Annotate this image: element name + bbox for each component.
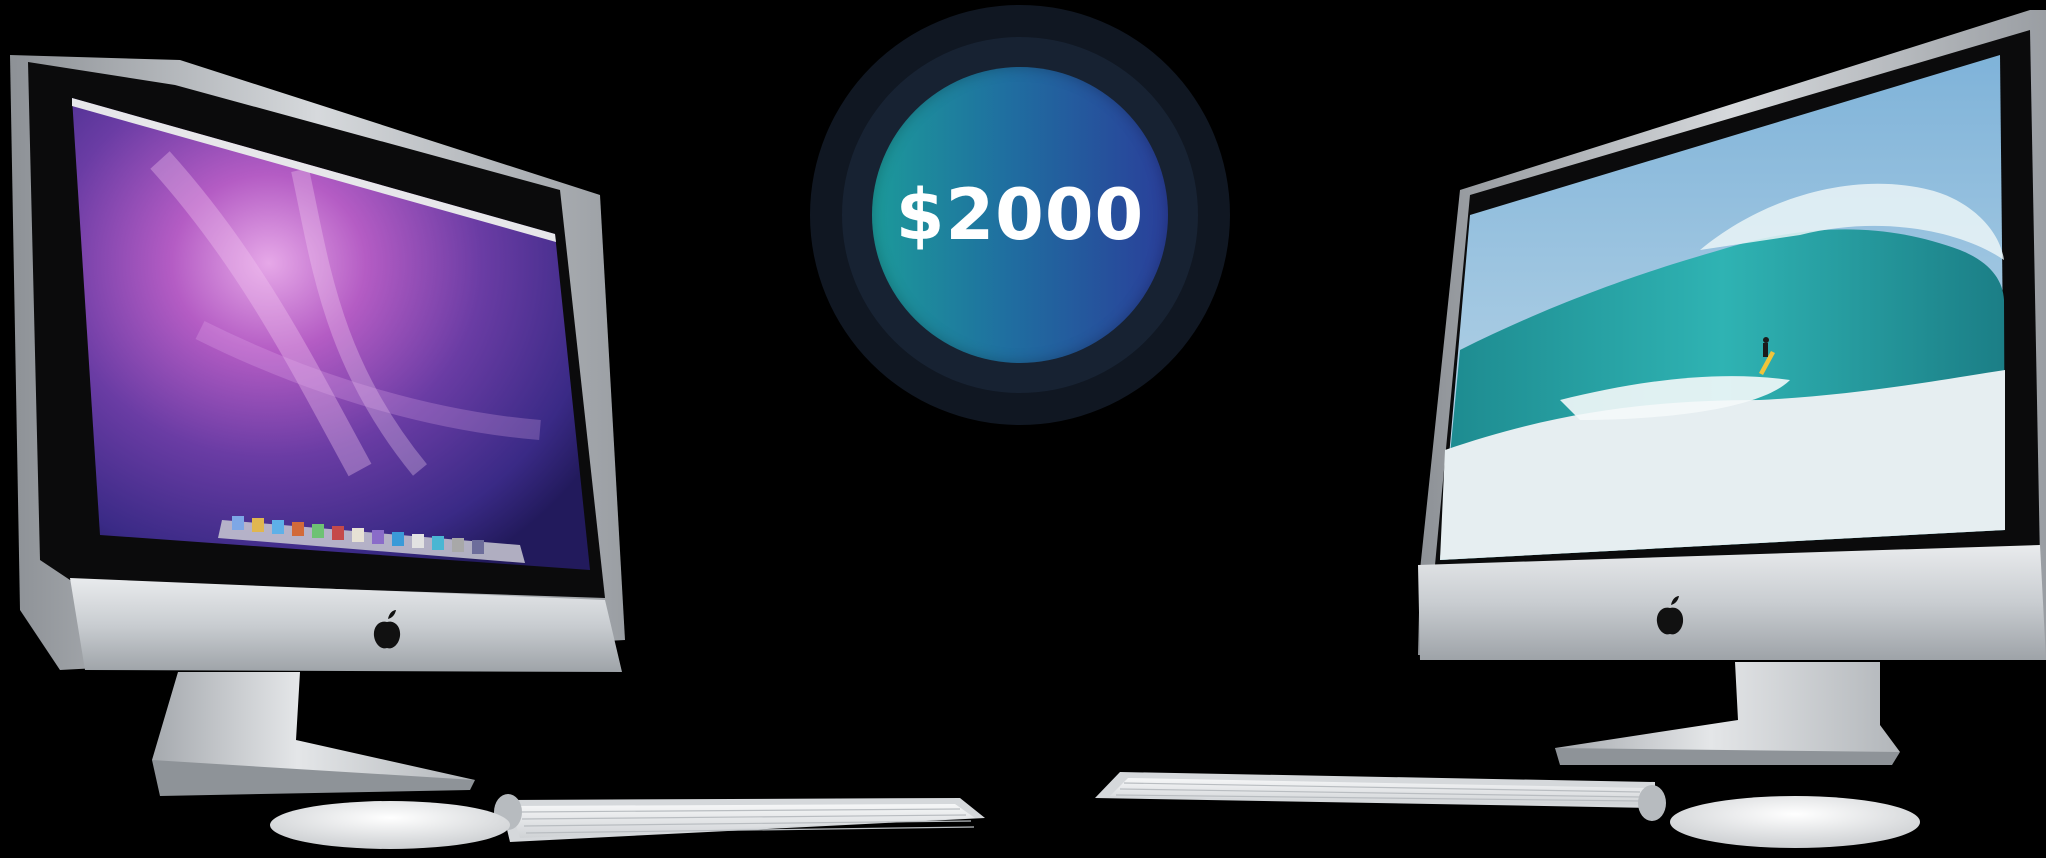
left-keyboard [494,794,985,842]
price-label: $2000 [895,174,1145,256]
right-keyboard [1095,772,1666,821]
price-badge: $2000 [810,5,1230,425]
right-computer-stand [1555,662,1900,760]
price-badge-disc: $2000 [872,67,1168,363]
right-computer-chin [1418,545,2046,660]
right-computer [1418,10,2046,765]
left-mouse [270,801,510,849]
left-computer [10,55,625,796]
price-badge-ring: $2000 [842,37,1198,393]
right-keyboard-battery [1638,785,1666,821]
right-mouse [1670,796,1920,848]
